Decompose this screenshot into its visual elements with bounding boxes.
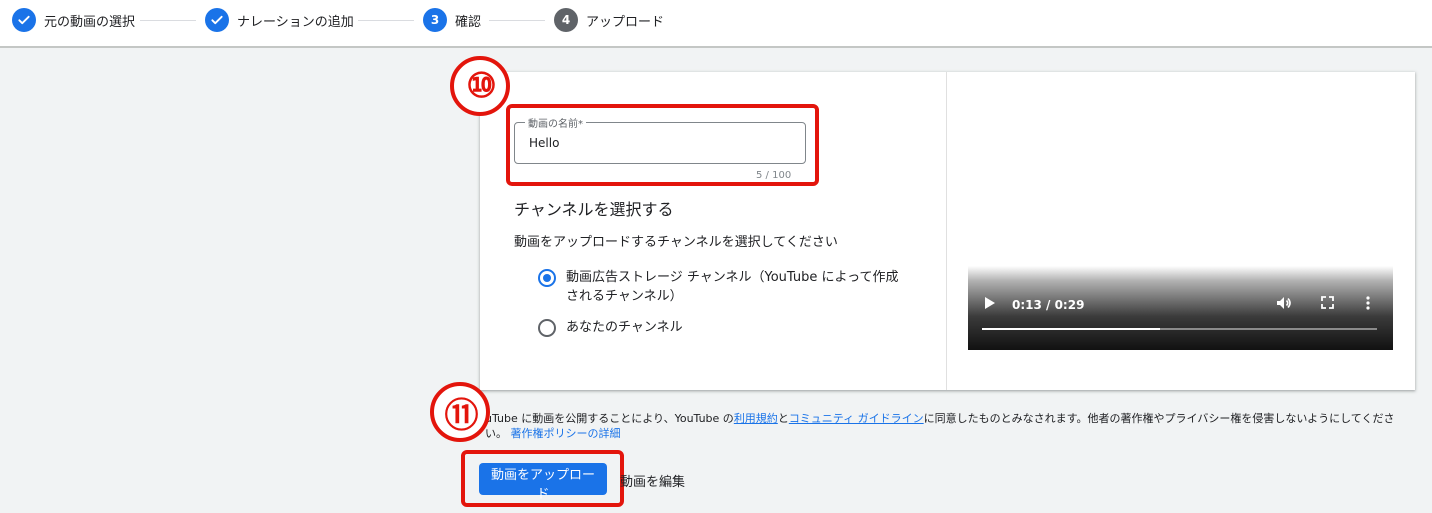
notice-text: と [777, 412, 789, 425]
check-icon [205, 8, 229, 32]
channel-section-description: 動画をアップロードするチャンネルを選択してください [514, 235, 838, 250]
community-guidelines-link[interactable]: コミュニティ ガイドライン [789, 412, 924, 425]
channel-option-label: 動画広告ストレージ チャンネル（YouTube によって作成されるチャンネル） [566, 270, 899, 304]
notice-text: uTube に動画を公開することにより、YouTube の [485, 412, 734, 425]
more-icon[interactable] [1366, 296, 1370, 314]
step-label: ナレーションの追加 [237, 14, 354, 30]
radio-button-checked[interactable] [538, 269, 556, 287]
video-player[interactable]: 0:13 / 0:29 [968, 266, 1393, 350]
step-connector [358, 20, 414, 21]
step-add-narration[interactable]: ナレーションの追加 [205, 8, 354, 32]
step-number: 3 [423, 8, 447, 32]
annotation-badge-10: ⑩ [450, 56, 510, 116]
stepper: 元の動画の選択 ナレーションの追加 3 確認 4 アップロード [0, 0, 1432, 48]
progress-bar-fill [982, 328, 1160, 330]
playback-time: 0:13 / 0:29 [1012, 298, 1085, 312]
channel-option-storage[interactable]: 動画広告ストレージ チャンネル（YouTube によって作成されるチャンネル） [538, 268, 911, 306]
progress-bar[interactable] [982, 328, 1377, 330]
fullscreen-icon[interactable] [1321, 296, 1334, 313]
step-select-source[interactable]: 元の動画の選択 [12, 8, 135, 32]
step-label: 元の動画の選択 [44, 14, 136, 30]
card-divider [946, 72, 947, 390]
step-connector [489, 20, 545, 21]
step-connector [140, 20, 196, 21]
channel-option-label: あなたのチャンネル [566, 320, 683, 335]
edit-video-link[interactable]: 動画を編集 [620, 471, 685, 490]
terms-of-service-link[interactable]: 利用規約 [734, 412, 778, 425]
channel-section-title: チャンネルを選択する [514, 200, 674, 219]
annotation-highlight-title [506, 104, 819, 186]
channel-option-own[interactable]: あなたのチャンネル [538, 318, 911, 337]
step-label: 確認 [455, 14, 482, 30]
annotation-badge-11: ⑪ [430, 382, 490, 442]
volume-icon[interactable] [1276, 296, 1292, 314]
check-icon [12, 8, 36, 32]
play-icon[interactable] [984, 296, 996, 314]
step-number: 4 [554, 8, 578, 32]
step-upload[interactable]: 4 アップロード [554, 8, 664, 32]
terms-notice: uTube に動画を公開することにより、YouTube の利用規約とコミュニティ… [485, 411, 1415, 441]
copyright-policy-link[interactable]: 著作権ポリシーの詳細 [511, 427, 621, 440]
step-label: アップロード [586, 14, 665, 30]
step-review[interactable]: 3 確認 [423, 8, 481, 32]
radio-button[interactable] [538, 319, 556, 337]
annotation-highlight-upload [461, 450, 624, 507]
